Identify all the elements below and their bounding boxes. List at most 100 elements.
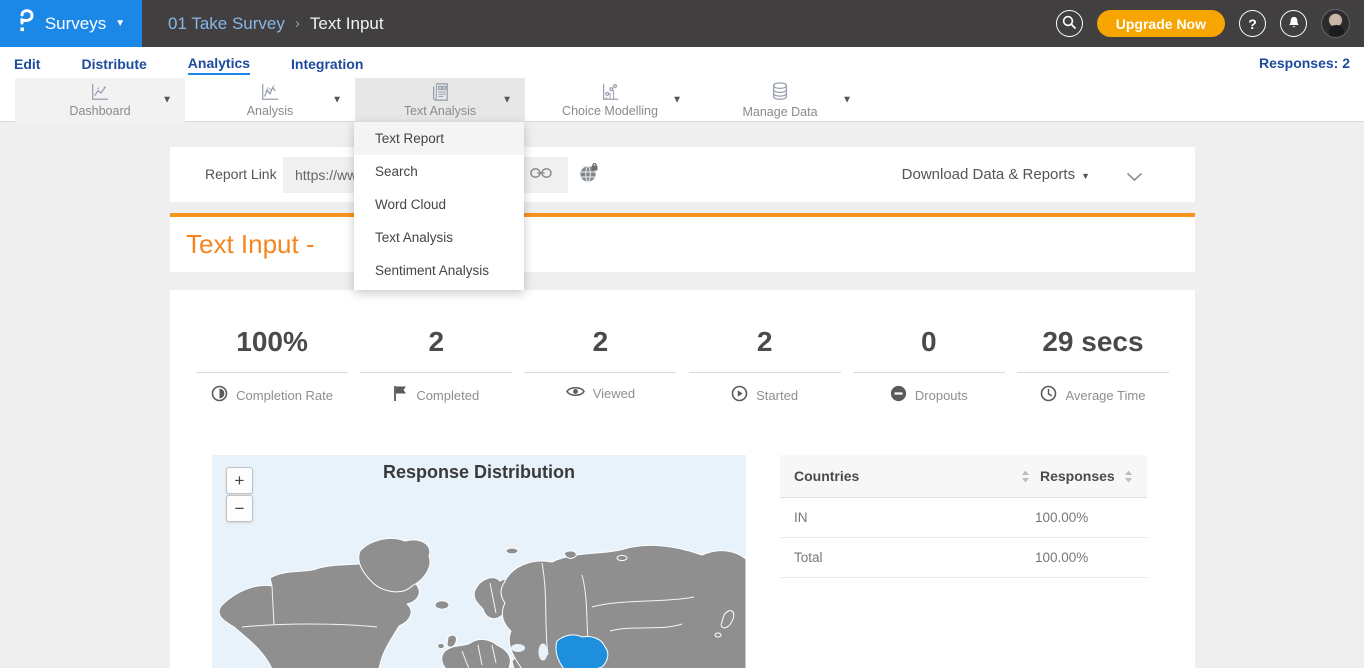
flag-icon	[393, 385, 408, 405]
bell-icon	[1287, 15, 1301, 33]
menu-item-search[interactable]: Search	[354, 155, 524, 188]
questionpro-logo-icon	[17, 8, 36, 39]
country-cell: Total	[794, 550, 1035, 565]
stat-value: 100%	[190, 326, 354, 358]
responses-column-header: Responses	[1040, 468, 1124, 484]
countries-table: Countries Responses IN 100.00% Total 100…	[780, 455, 1147, 578]
menu-item-sentiment-analysis[interactable]: Sentiment Analysis	[354, 254, 524, 287]
stat-label: Started	[756, 388, 798, 403]
survey-subnav: Edit Distribute Analytics Integration Re…	[0, 47, 1364, 78]
breadcrumb-survey[interactable]: 01 Take Survey	[168, 14, 285, 34]
table-row-total: Total 100.00%	[780, 538, 1147, 578]
response-distribution-map[interactable]: Response Distribution + −	[212, 455, 746, 668]
sort-countries-icon[interactable]	[1021, 470, 1030, 483]
eye-icon	[566, 385, 585, 401]
report-link-bar: Report Link Download Data & Reports▼	[170, 147, 1195, 202]
sort-responses-icon[interactable]	[1124, 470, 1133, 483]
menu-item-word-cloud[interactable]: Word Cloud	[354, 188, 524, 221]
question-title-bar: Text Input -	[170, 217, 1195, 272]
map-zoom-in-button[interactable]: +	[226, 467, 253, 494]
tab-text-analysis[interactable]: Text Analysis ▼	[355, 78, 525, 122]
stat-label: Completed	[416, 388, 479, 403]
subnav-item-integration[interactable]: Integration	[291, 52, 363, 74]
stat-label: Viewed	[593, 386, 635, 401]
tab-choice-modelling[interactable]: Choice Modelling ▼	[525, 78, 695, 122]
stat-label: Completion Rate	[236, 388, 333, 403]
caret-down-icon: ▼	[115, 18, 125, 29]
tab-label: Dashboard	[69, 104, 130, 118]
stat-divider	[524, 372, 676, 373]
stat-completed: 2 Completed	[354, 326, 518, 405]
stat-divider	[360, 372, 512, 373]
user-avatar[interactable]	[1321, 9, 1350, 38]
analytics-summary-card: 100% Completion Rate 2 Completed 2 Viewe…	[170, 290, 1195, 668]
stat-divider	[689, 372, 841, 373]
brand-menu[interactable]: Surveys ▼	[0, 0, 142, 47]
caret-down-icon: ▼	[672, 95, 682, 106]
stat-completion-rate: 100% Completion Rate	[190, 326, 354, 405]
text-analysis-dropdown-menu: Text Report Search Word Cloud Text Analy…	[354, 122, 524, 290]
stat-value: 29 secs	[1011, 326, 1175, 358]
menu-item-text-analysis[interactable]: Text Analysis	[354, 221, 524, 254]
stat-value: 0	[847, 326, 1011, 358]
world-map[interactable]	[212, 455, 746, 668]
responses-count-badge: Responses: 2	[1259, 55, 1350, 71]
countries-column-header: Countries	[794, 468, 1021, 484]
copy-link-icon[interactable]	[530, 166, 552, 185]
clock-icon	[1040, 385, 1057, 405]
topbar-actions: Upgrade Now ?	[1056, 9, 1364, 38]
upgrade-now-button[interactable]: Upgrade Now	[1097, 10, 1225, 37]
search-icon	[1062, 15, 1076, 32]
subnav-item-edit[interactable]: Edit	[14, 52, 40, 74]
table-header-row: Countries Responses	[780, 455, 1147, 498]
topbar: Surveys ▼ 01 Take Survey › Text Input Up…	[0, 0, 1364, 47]
tab-label: Analysis	[247, 104, 294, 118]
tab-label: Choice Modelling	[562, 104, 658, 118]
search-button[interactable]	[1056, 10, 1083, 37]
stat-started: 2 Started	[683, 326, 847, 405]
menu-item-text-report[interactable]: Text Report	[354, 122, 524, 155]
caret-down-icon: ▼	[162, 95, 172, 106]
caret-down-icon: ▼	[332, 95, 342, 106]
subnav-item-distribute[interactable]: Distribute	[81, 52, 146, 74]
dashboard-chart-icon	[89, 82, 111, 102]
notifications-button[interactable]	[1280, 10, 1307, 37]
caret-down-icon: ▼	[842, 95, 852, 106]
stat-average-time: 29 secs Average Time	[1011, 326, 1175, 405]
globe-lock-icon[interactable]	[578, 163, 600, 190]
table-row: IN 100.00%	[780, 498, 1147, 538]
question-mark-icon: ?	[1248, 16, 1257, 32]
tab-manage-data[interactable]: Manage Data ▼	[695, 78, 865, 122]
caret-down-icon: ▼	[1081, 171, 1090, 181]
stat-value: 2	[354, 326, 518, 358]
subnav-item-analytics[interactable]: Analytics	[188, 51, 250, 75]
stat-divider	[1017, 372, 1169, 373]
responses-cell: 100.00%	[1035, 510, 1133, 525]
tab-dashboard[interactable]: Dashboard ▼	[15, 78, 185, 122]
responses-cell: 100.00%	[1035, 550, 1133, 565]
minus-circle-icon	[890, 385, 907, 405]
stat-value: 2	[683, 326, 847, 358]
choice-modelling-icon	[599, 82, 621, 102]
help-button[interactable]: ?	[1239, 10, 1266, 37]
database-icon	[769, 81, 791, 103]
stat-divider	[853, 372, 1005, 373]
map-zoom-out-button[interactable]: −	[226, 495, 253, 522]
collapse-chevron-icon[interactable]	[1126, 169, 1143, 187]
analytics-toolbar: Dashboard ▼ Analysis ▼ Text Analysis ▼ C…	[0, 78, 1364, 122]
caret-down-icon: ▼	[502, 95, 512, 106]
tab-label: Manage Data	[742, 105, 817, 119]
report-link-label: Report Link	[205, 166, 277, 182]
download-data-reports-menu[interactable]: Download Data & Reports▼	[902, 166, 1090, 183]
breadcrumb-page: Text Input	[310, 14, 384, 34]
stat-dropouts: 0 Dropouts	[847, 326, 1011, 405]
breadcrumb: 01 Take Survey › Text Input	[168, 14, 384, 34]
stats-row: 100% Completion Rate 2 Completed 2 Viewe…	[170, 290, 1195, 405]
stat-label: Dropouts	[915, 388, 968, 403]
brand-label: Surveys	[45, 14, 106, 34]
tab-analysis[interactable]: Analysis ▼	[185, 78, 355, 122]
breadcrumb-separator: ›	[295, 15, 300, 32]
stat-value: 2	[518, 326, 682, 358]
map-zoom-controls: + −	[226, 467, 253, 522]
stat-label: Average Time	[1065, 388, 1145, 403]
